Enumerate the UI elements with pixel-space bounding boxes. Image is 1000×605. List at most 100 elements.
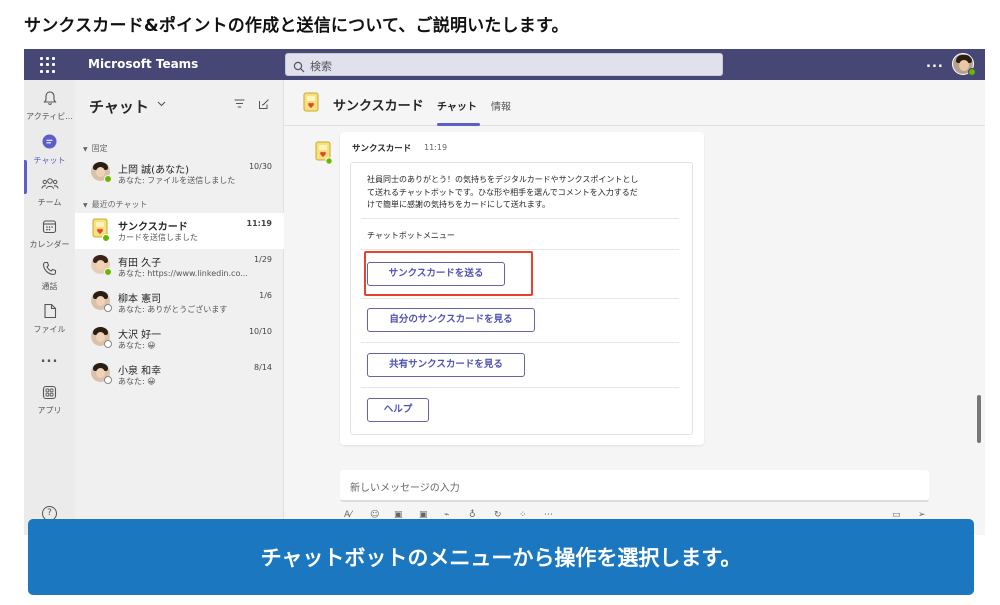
- chat-row[interactable]: 上岡 誠(あなた) 10/30 あなた: ファイルを送信しました: [75, 156, 284, 192]
- divider: [361, 249, 679, 250]
- bot-message: サンクスカード 11:19 社員同士のありがとう！の気持ちをデジタルカードやサン…: [340, 132, 704, 445]
- presence-available-icon: [104, 175, 112, 183]
- rail-item-chat[interactable]: チャット: [24, 133, 75, 166]
- chat-preview: あなた: 😀: [118, 341, 156, 350]
- caption-text: チャットボットのメニューから操作を選択します。: [260, 546, 742, 570]
- new-chat-icon[interactable]: [258, 98, 270, 110]
- chat-title: サンクスカード: [333, 99, 424, 114]
- help-button[interactable]: ?: [24, 500, 75, 521]
- chat-row-selected[interactable]: サンクスカード 11:19 カードを送信しました: [75, 213, 284, 249]
- search-icon: [293, 58, 305, 77]
- chat-preview: カードを送信しました: [118, 233, 198, 242]
- chat-row[interactable]: 小泉 和幸 8/14 あなた: 😀: [75, 357, 284, 393]
- presence-offline-icon: [104, 376, 112, 384]
- rail-item-files[interactable]: ファイル: [24, 303, 75, 335]
- collapse-arrow-icon: ▼: [83, 202, 88, 209]
- caption-banner: チャットボットのメニューから操作を選択します。: [28, 519, 974, 595]
- message-composer[interactable]: 新しいメッセージの入力: [340, 470, 929, 502]
- rail-label: チャット: [33, 156, 66, 165]
- rail-item-activity[interactable]: アクティビ...: [24, 90, 75, 122]
- chat-name: 上岡 誠(あなた): [118, 165, 189, 176]
- active-tab-indicator: [437, 123, 480, 126]
- pinned-section-header[interactable]: ▼ 固定: [83, 143, 108, 154]
- chat-list-title[interactable]: チャット: [89, 96, 149, 117]
- rail-item-calls[interactable]: 通話: [24, 261, 75, 292]
- rail-label: カレンダー: [29, 240, 70, 249]
- presence-offline-icon: [104, 340, 112, 348]
- menu-label: チャットボットメニュー: [367, 231, 455, 240]
- app-launcher-icon[interactable]: [40, 57, 56, 73]
- chat-preview: あなた: ファイルを送信しました: [118, 176, 236, 185]
- profile-presence-icon: [968, 68, 976, 76]
- rail-label: アクティビ...: [26, 112, 73, 121]
- pinned-label: 固定: [91, 144, 108, 153]
- teams-icon: [41, 178, 58, 190]
- scrollbar-thumb[interactable]: [977, 395, 981, 443]
- chat-row[interactable]: 大沢 好一 10/10 あなた: 😀: [75, 321, 284, 357]
- page-headline: サンクスカード&ポイントの作成と送信について、ご説明いたします。: [24, 16, 569, 36]
- presence-available-icon: [102, 234, 110, 242]
- teams-window: Microsoft Teams 検索 ... アクティビ... チャット チーム…: [24, 49, 985, 535]
- description-line: けで簡単に感謝の気持ちをカードにして送れます。: [367, 200, 550, 209]
- message-time: 11:19: [424, 143, 448, 152]
- divider: [361, 298, 679, 299]
- recent-label: 最近のチャット: [91, 200, 148, 209]
- card-description: 社員同士のありがとう！の気持ちをデジタルカードやサンクスポイントとし て送れるチ…: [367, 174, 689, 212]
- thanks-card-bot-icon: [303, 92, 319, 112]
- presence-offline-icon: [104, 304, 112, 312]
- chat-name: サンクスカード: [118, 222, 188, 233]
- app-rail: アクティビ... チャット チーム カレンダー 通話 ファイル ... アプリ …: [24, 80, 75, 535]
- more-icon: ...: [40, 351, 59, 366]
- message-sender: サンクスカード: [352, 144, 412, 154]
- chat-name: 大沢 好一: [118, 330, 162, 341]
- chat-header: サンクスカード チャット 情報: [284, 80, 985, 126]
- rail-item-calendar[interactable]: カレンダー: [24, 219, 75, 250]
- adaptive-card: 社員同士のありがとう！の気持ちをデジタルカードやサンクスポイントとし て送れるチ…: [350, 162, 693, 435]
- chat-icon: [42, 134, 57, 149]
- chat-list-pane: チャット ▼ 固定 上岡 誠(あなた) 10/30 あなた: ファイルを送信しまし…: [75, 80, 284, 535]
- filter-icon[interactable]: [234, 99, 245, 108]
- top-bar: Microsoft Teams 検索 ...: [24, 49, 985, 80]
- phone-icon: [42, 261, 57, 276]
- chat-time: 1/6: [259, 291, 272, 300]
- collapse-arrow-icon: ▼: [83, 146, 88, 153]
- chat-time: 10/10: [248, 327, 272, 336]
- composer-placeholder: 新しいメッセージの入力: [350, 483, 460, 494]
- view-my-cards-button[interactable]: 自分のサンクスカードを見る: [367, 308, 535, 332]
- presence-available-icon: [104, 268, 112, 276]
- chat-preview: あなた: ありがとうございます: [118, 305, 228, 314]
- chat-time: 10/30: [248, 162, 272, 171]
- tab-chat[interactable]: チャット: [437, 98, 477, 113]
- chat-time: 8/14: [254, 363, 272, 372]
- apps-icon: [42, 385, 57, 400]
- chat-row[interactable]: 有田 久子 1/29 あなた: https://www.linkedin.co.…: [75, 249, 284, 285]
- recent-section-header[interactable]: ▼ 最近のチャット: [83, 199, 148, 210]
- chat-name: 柳本 憲司: [118, 294, 162, 305]
- chat-preview: あなた: 😀: [118, 377, 156, 386]
- page: サンクスカード&ポイントの作成と送信について、ご説明いたします。 Microso…: [0, 0, 1000, 605]
- rail-item-apps[interactable]: アプリ: [24, 385, 75, 416]
- search-input[interactable]: 検索: [285, 53, 723, 76]
- divider: [361, 387, 679, 388]
- chat-time: 11:19: [246, 219, 272, 228]
- rail-label: ファイル: [33, 325, 66, 334]
- more-options-icon[interactable]: ...: [926, 56, 944, 71]
- chat-main-pane: サンクスカード チャット 情報 サンクスカード 11:19 社員同士のありがとう…: [284, 80, 985, 535]
- rail-label: 通話: [41, 282, 58, 291]
- help-menu-button[interactable]: ヘルプ: [367, 398, 429, 422]
- view-shared-cards-button[interactable]: 共有サンクスカードを見る: [367, 353, 525, 377]
- rail-label: チーム: [37, 198, 62, 207]
- rail-label: アプリ: [37, 406, 62, 415]
- file-icon: [43, 303, 56, 319]
- chat-time: 1/29: [254, 255, 272, 264]
- chat-row[interactable]: 柳本 憲司 1/6 あなた: ありがとうございます: [75, 285, 284, 321]
- bell-icon: [42, 91, 57, 105]
- chat-name: 小泉 和幸: [118, 366, 162, 377]
- tab-info[interactable]: 情報: [491, 98, 511, 113]
- calendar-icon: [42, 220, 57, 234]
- app-title: Microsoft Teams: [88, 57, 199, 71]
- rail-item-teams[interactable]: チーム: [24, 176, 75, 208]
- rail-item-more[interactable]: ...: [24, 347, 75, 366]
- divider: [361, 342, 679, 343]
- chevron-down-icon[interactable]: [157, 101, 166, 107]
